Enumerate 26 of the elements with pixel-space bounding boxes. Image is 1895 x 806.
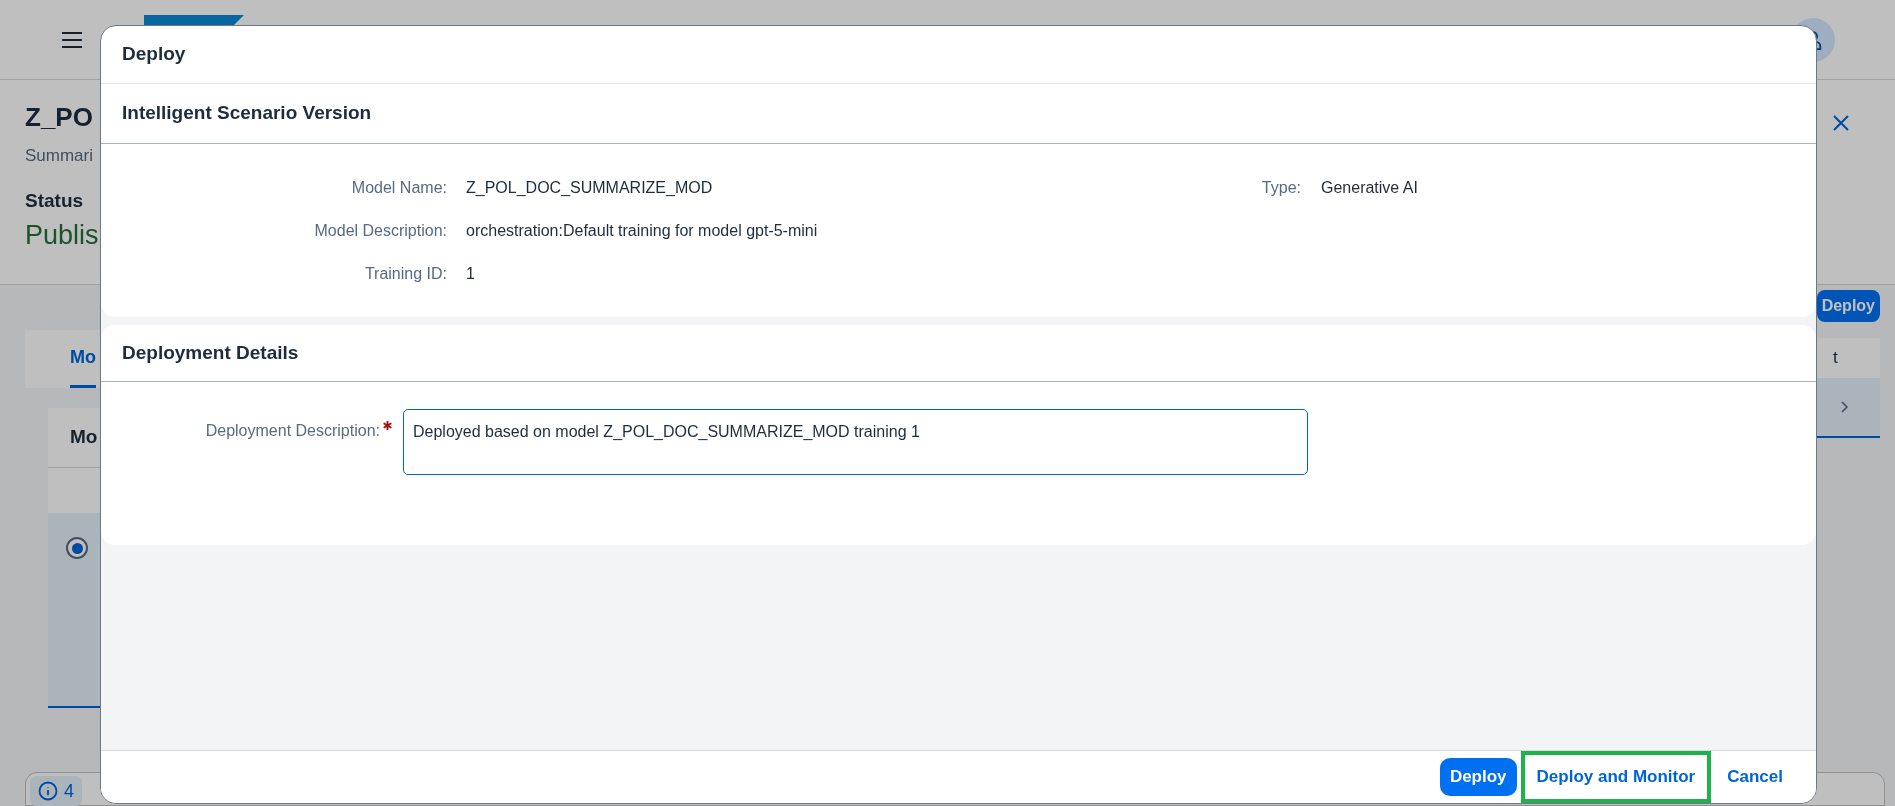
- info-icon: [38, 781, 58, 801]
- tab[interactable]: Mo: [70, 330, 96, 388]
- section-title: Deployment Details: [122, 340, 299, 365]
- close-icon[interactable]: [1832, 114, 1850, 132]
- status-value: Publis: [25, 219, 99, 252]
- field-label: Training ID:: [363, 263, 447, 284]
- deploy-monitor-button[interactable]: Deploy and Monitor: [1522, 753, 1710, 801]
- dialog-title: Deploy: [122, 42, 186, 67]
- radio-button[interactable]: [66, 537, 88, 559]
- deploy-button[interactable]: Deploy: [1439, 758, 1517, 796]
- menu-icon[interactable]: [60, 29, 84, 50]
- field-label: Type:: [1260, 177, 1301, 198]
- chevron-icon[interactable]: [1840, 400, 1850, 414]
- page-subtitle: Summari: [25, 145, 94, 167]
- field-label: Model Name:: [350, 177, 447, 198]
- description-field[interactable]: Deployed based on model Z_POL_DOC_SUMMARIZE_MOD training 1: [403, 409, 1308, 475]
- section-title: Intelligent Scenario Version: [122, 101, 372, 126]
- field-value: 1: [466, 263, 475, 284]
- field-value: Z_POL_DOC_SUMMARIZE_MOD: [466, 177, 713, 198]
- page-title: Z_PO: [25, 101, 94, 134]
- status-label: Status: [25, 188, 85, 213]
- field-label: Model Description:: [313, 220, 447, 241]
- field-value: Generative AI: [1321, 177, 1418, 198]
- field-value: orchestration:Default training for model gpt-5-mini: [466, 220, 818, 241]
- deploy-button[interactable]: Deploy: [1816, 290, 1880, 322]
- messages-button[interactable]: 4: [30, 776, 82, 806]
